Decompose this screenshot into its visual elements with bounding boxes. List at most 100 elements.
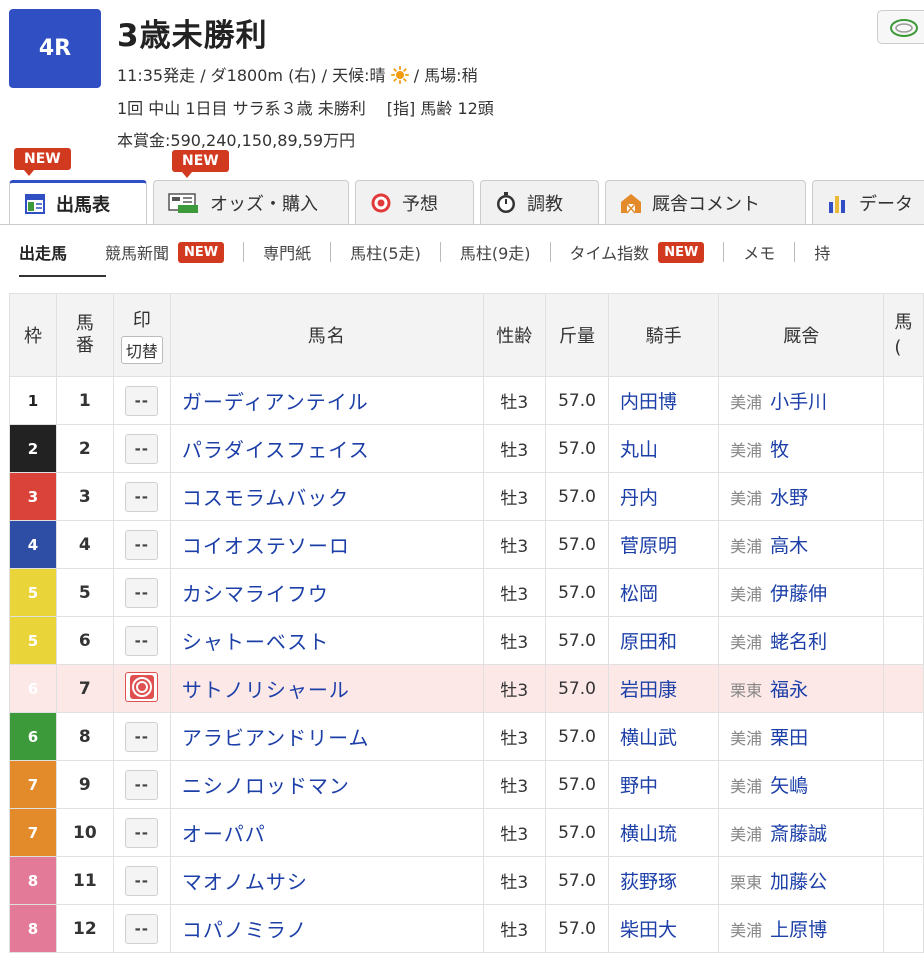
subtab-senmonshi[interactable]: 専門紙 (244, 238, 330, 266)
horse-name-link[interactable]: コパノミラノ (169, 904, 484, 953)
bar-chart-icon (829, 195, 845, 213)
trainer-link[interactable]: 蛯名利 (770, 631, 827, 653)
weight-carried: 57.0 (544, 760, 610, 809)
subtab-keiba-shinbun[interactable]: 競馬新聞 NEW (86, 238, 243, 266)
tab-kyusha-comment[interactable]: 厩舎コメント (605, 180, 806, 224)
trainer-link[interactable]: 高木 (770, 535, 808, 557)
jockey-link[interactable]: 岩田康 (608, 664, 720, 713)
trainer-link[interactable]: 加藤公 (770, 871, 827, 893)
subtab-umabashira-9[interactable]: 馬柱(9走) (441, 238, 550, 266)
jockey-link[interactable]: 内田博 (608, 376, 720, 425)
subtab-time-index[interactable]: タイム指数 NEW (551, 238, 724, 266)
tab-label: データ (859, 193, 913, 215)
stable-cell: 美浦 水野 (718, 472, 885, 521)
jockey-link[interactable]: 丸山 (608, 424, 720, 473)
honmei-mark-icon (129, 675, 154, 699)
horse-name-link[interactable]: ニシノロッドマン (169, 760, 484, 809)
truncated-cell (883, 904, 924, 953)
mark-button[interactable]: -- (125, 577, 159, 608)
jockey-link[interactable]: 荻野琢 (608, 856, 720, 905)
jockey-link[interactable]: 松岡 (608, 568, 720, 617)
horse-name-link[interactable]: パラダイスフェイス (169, 424, 484, 473)
header-jockey: 騎手 (608, 293, 720, 377)
trainer-link[interactable]: 斎藤誠 (770, 823, 827, 845)
mark-button[interactable]: -- (125, 481, 159, 512)
mark-button[interactable]: -- (125, 625, 159, 656)
horse-name-link[interactable]: ガーディアンテイル (169, 376, 484, 425)
stable-location: 栗東 (730, 873, 763, 892)
tab-chokyo[interactable]: 調教 (480, 180, 599, 224)
mark-button[interactable]: -- (125, 385, 159, 416)
mark-toggle-button[interactable]: 切替 (120, 336, 163, 364)
mark-button[interactable]: -- (125, 817, 159, 848)
trainer-link[interactable]: 栗田 (770, 727, 808, 749)
jockey-link[interactable]: 柴田大 (608, 904, 720, 953)
waku-number: 7 (9, 760, 57, 809)
horse-name-link[interactable]: コイオステソーロ (169, 520, 484, 569)
trainer-link[interactable]: 小手川 (770, 391, 827, 413)
weight-carried: 57.0 (544, 376, 610, 425)
jockey-link[interactable]: 横山武 (608, 712, 720, 761)
jockey-link[interactable]: 丹内 (608, 472, 720, 521)
table-row: 2 2 -- パラダイスフェイス 牡3 57.0 丸山 美浦牧 (9, 424, 924, 473)
prize-money: 本賞金:590,240,150,89,59万円 (117, 131, 356, 150)
subtab-umabashira-5[interactable]: 馬柱(5走) (331, 238, 440, 266)
truncated-cell (883, 760, 924, 809)
horse-name-link[interactable]: カシマライフウ (169, 568, 484, 617)
mark-button[interactable]: -- (125, 529, 159, 560)
mark-cell: -- (112, 904, 171, 953)
subtab-memo[interactable]: メモ (724, 238, 794, 266)
horse-name-link[interactable]: アラビアンドリーム (169, 712, 484, 761)
new-badge: NEW (172, 150, 229, 178)
stable-location: 美浦 (730, 585, 763, 604)
jockey-link[interactable]: 横山琉 (608, 808, 720, 857)
tab-shutsubahyo[interactable]: 出馬表 (9, 180, 147, 224)
trainer-link[interactable]: 福永 (770, 679, 808, 701)
jockey-link[interactable]: 野中 (608, 760, 720, 809)
weight-carried: 57.0 (544, 808, 610, 857)
horse-number: 2 (55, 424, 114, 473)
sex-age: 牡3 (482, 424, 546, 473)
waku-number: 7 (9, 808, 57, 857)
mark-cell: -- (112, 616, 171, 665)
truncated-cell (883, 424, 924, 473)
stable-location: 美浦 (730, 537, 763, 556)
mark-button[interactable]: -- (125, 721, 159, 752)
mark-button[interactable] (125, 672, 159, 702)
trainer-link[interactable]: 牧 (770, 439, 789, 461)
mark-button[interactable]: -- (125, 433, 159, 464)
trainer-link[interactable]: 伊藤伸 (770, 583, 827, 605)
course-map-button[interactable] (877, 10, 924, 44)
mark-cell: -- (112, 520, 171, 569)
horse-name-link[interactable]: マオノムサシ (169, 856, 484, 905)
mark-button[interactable]: -- (125, 865, 159, 896)
table-header-row: 枠 馬番 印 切替 馬名 性齢 斤量 騎手 厩舎 馬( (9, 293, 924, 377)
stable-location: 栗東 (730, 681, 763, 700)
horse-name-link[interactable]: シャトーベスト (169, 616, 484, 665)
race-details: 1回 中山 1日目 サラ系３歳 未勝利 [指] 馬齢 12頭 (117, 99, 494, 118)
sub-tabs: 出走馬 競馬新聞 NEW 専門紙 馬柱(5走) 馬柱(9走) タイム指数 NEW メ… (9, 236, 849, 268)
sex-age: 牡3 (482, 664, 546, 713)
mark-button[interactable]: -- (125, 913, 159, 944)
tab-data[interactable]: データ (812, 180, 924, 224)
tab-odds[interactable]: オッズ・購入 (153, 180, 349, 224)
header-umaban: 馬番 (55, 293, 114, 377)
horse-name-link[interactable]: コスモラムバック (169, 472, 484, 521)
trainer-link[interactable]: 上原博 (770, 919, 827, 941)
jockey-link[interactable]: 菅原明 (608, 520, 720, 569)
mark-button[interactable]: -- (125, 769, 159, 800)
horse-name-link[interactable]: オーパパ (169, 808, 484, 857)
weight-carried: 57.0 (544, 856, 610, 905)
waku-number: 4 (9, 520, 57, 569)
sex-age: 牡3 (482, 616, 546, 665)
new-badge: NEW (178, 241, 225, 263)
horse-name-link[interactable]: サトノリシャール (169, 664, 484, 713)
table-row: 1 1 -- ガーディアンテイル 牡3 57.0 内田博 美浦 小手川 (9, 376, 924, 425)
horse-number: 12 (55, 904, 114, 953)
jockey-link[interactable]: 原田和 (608, 616, 720, 665)
subtab-shussoba[interactable]: 出走馬 (9, 238, 86, 266)
trainer-link[interactable]: 矢嶋 (770, 775, 808, 797)
trainer-link[interactable]: 水野 (770, 487, 808, 509)
tab-yoso[interactable]: 予想 (355, 180, 474, 224)
subtab-mochi[interactable]: 持 (795, 238, 849, 266)
